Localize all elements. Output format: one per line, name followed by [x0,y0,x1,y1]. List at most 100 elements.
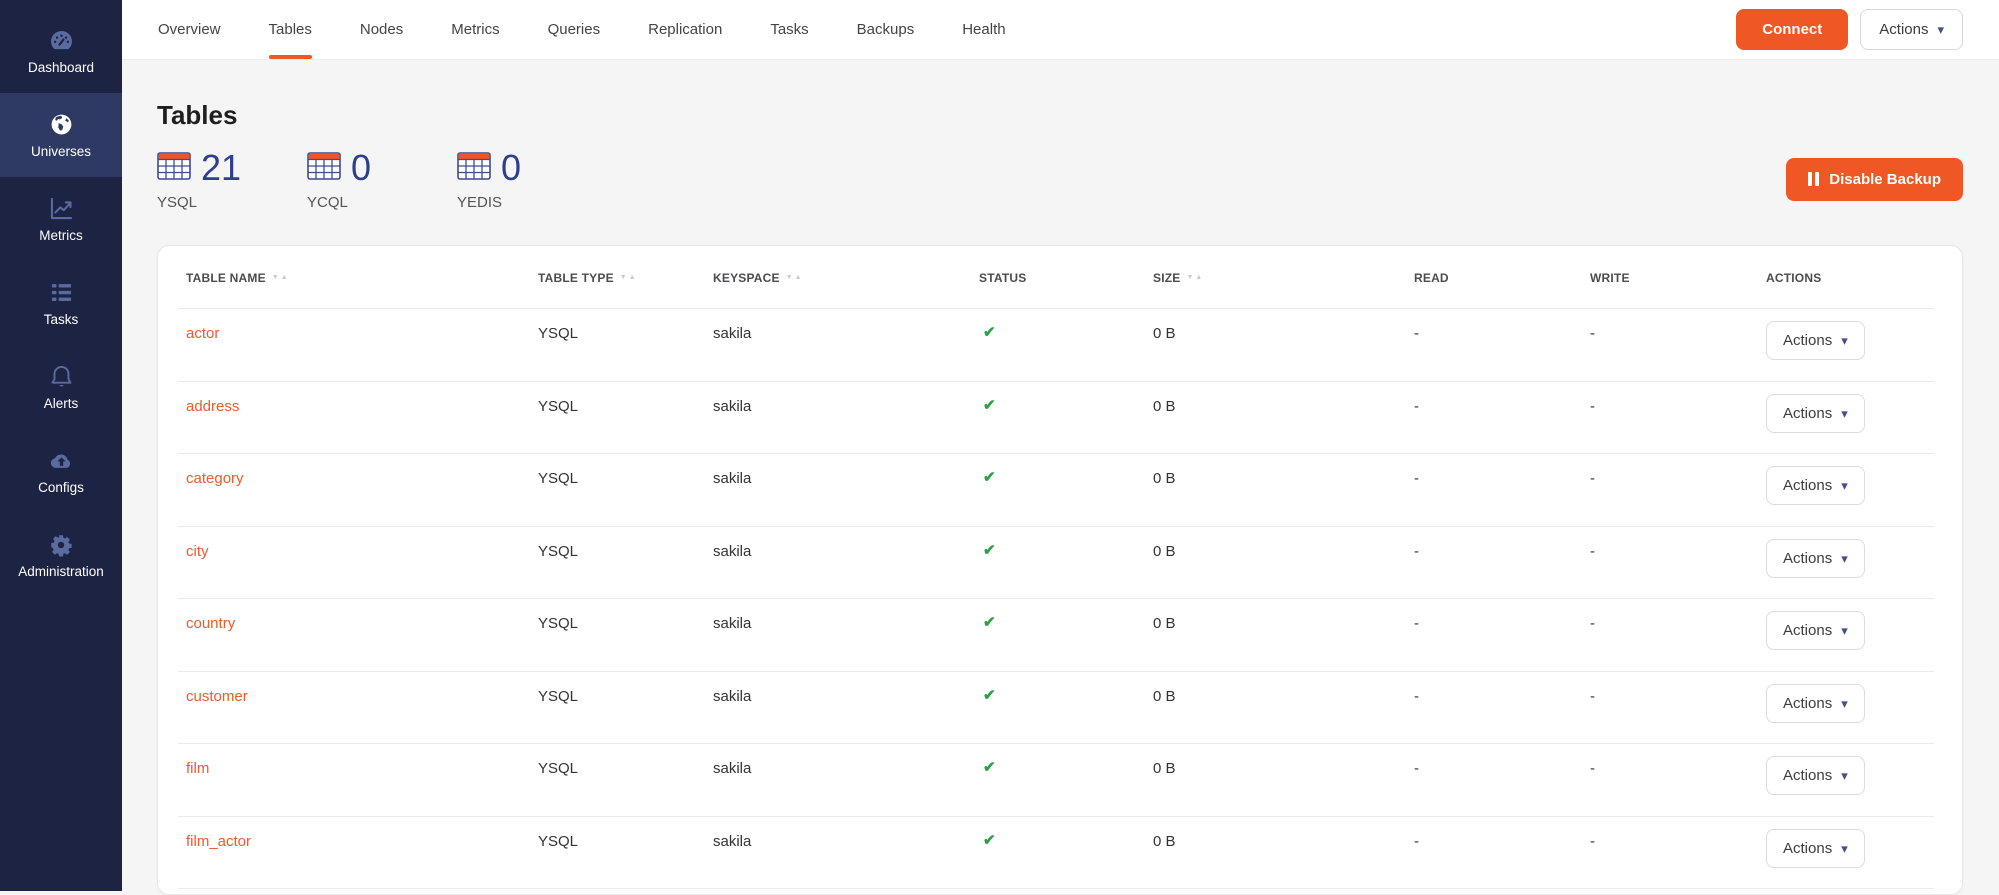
caret-down-icon: ▾ [1841,479,1848,492]
table-type-cell: YSQL [538,382,713,455]
table-name-link[interactable]: country [186,615,235,632]
table-row: country YSQL sakila ✔ 0 B - - [158,599,1962,672]
universe-actions-dropdown[interactable]: Actions ▾ [1860,9,1963,50]
tab-overview[interactable]: Overview [158,0,221,59]
table-row: category YSQL sakila ✔ 0 B - - [158,454,1962,527]
tab-nodes[interactable]: Nodes [360,0,403,59]
size-cell: 0 B [1153,454,1414,527]
actions-cell: Actions ▾ [1766,382,1962,455]
stat-label: YEDIS [457,194,607,211]
table-row: customer YSQL sakila ✔ 0 B - - [158,672,1962,745]
table-name-link[interactable]: city [186,543,209,560]
sidebar-item-alerts[interactable]: Alerts [0,345,122,429]
caret-down-icon: ▾ [1841,334,1848,347]
status-ok-icon: ✔ [983,397,996,414]
write-cell: - [1590,309,1766,382]
status-cell: ✔ [979,744,1153,817]
table-name-link[interactable]: film [186,760,209,777]
status-ok-icon: ✔ [983,759,996,776]
tab-tasks[interactable]: Tasks [770,0,808,59]
disable-backup-button[interactable]: Disable Backup [1786,158,1963,201]
table-name-cell: category [186,454,538,527]
sidebar-item-label: Dashboard [28,60,94,75]
sort-icon: ▼▲ [1186,274,1204,281]
sidebar-item-configs[interactable]: Configs [0,429,122,513]
keyspace-cell: sakila [713,527,979,600]
column-header-table-name[interactable]: TABLE NAME ▼▲ [186,271,538,285]
table-grid-icon [457,152,491,185]
tab-tables[interactable]: Tables [269,0,312,59]
table-name-cell: country [186,599,538,672]
table-name-link[interactable]: address [186,398,239,415]
write-cell: - [1590,817,1766,890]
actions-label: Actions [1879,21,1928,38]
sidebar-item-administration[interactable]: Administration [0,513,122,597]
keyspace-cell: sakila [713,454,979,527]
row-actions-dropdown[interactable]: Actions ▾ [1766,466,1865,505]
connect-button[interactable]: Connect [1736,9,1848,50]
table-name-cell: actor [186,309,538,382]
stat-count: 0 [351,147,371,189]
column-header-table-type[interactable]: TABLE TYPE ▼▲ [538,271,713,285]
table-type-cell: YSQL [538,599,713,672]
status-cell: ✔ [979,382,1153,455]
sidebar: Dashboard Universes [0,0,122,891]
sidebar-item-label: Configs [38,480,84,495]
table-name-link[interactable]: film_actor [186,833,251,850]
table-row: city YSQL sakila ✔ 0 B - - [158,527,1962,600]
row-actions-dropdown[interactable]: Actions ▾ [1766,539,1865,578]
table-name-link[interactable]: customer [186,688,248,705]
chart-icon [48,195,75,222]
stat-label: YCQL [307,194,457,211]
read-cell: - [1414,672,1590,745]
actions-cell: Actions ▾ [1766,599,1962,672]
table-type-cell: YSQL [538,672,713,745]
status-ok-icon: ✔ [983,324,996,341]
row-actions-dropdown[interactable]: Actions ▾ [1766,829,1865,868]
row-actions-dropdown[interactable]: Actions ▾ [1766,611,1865,650]
sidebar-item-label: Universes [31,144,91,159]
table-name-cell: film [186,744,538,817]
table-name-link[interactable]: category [186,470,244,487]
read-cell: - [1414,527,1590,600]
sidebar-item-dashboard[interactable]: Dashboard [0,9,122,93]
column-header-keyspace[interactable]: KEYSPACE ▼▲ [713,271,979,285]
row-actions-dropdown[interactable]: Actions ▾ [1766,756,1865,795]
size-cell: 0 B [1153,744,1414,817]
actions-cell: Actions ▾ [1766,527,1962,600]
sidebar-item-metrics[interactable]: Metrics [0,177,122,261]
app-window: Dashboard Universes [0,0,1999,891]
column-header-read: READ [1414,271,1590,285]
sidebar-item-universes[interactable]: Universes [0,93,122,177]
tables-list-card: TABLE NAME ▼▲ TABLE TYPE ▼▲ KEYSPACE ▼▲ … [157,245,1963,895]
status-ok-icon: ✔ [983,542,996,559]
row-actions-dropdown[interactable]: Actions ▾ [1766,321,1865,360]
stat-count: 21 [201,147,241,189]
tab-health[interactable]: Health [962,0,1005,59]
row-actions-dropdown[interactable]: Actions ▾ [1766,684,1865,723]
tab-metrics[interactable]: Metrics [451,0,499,59]
tab-backups[interactable]: Backups [857,0,915,59]
sidebar-item-tasks[interactable]: Tasks [0,261,122,345]
tab-replication[interactable]: Replication [648,0,722,59]
read-cell: - [1414,454,1590,527]
status-ok-icon: ✔ [983,614,996,631]
keyspace-cell: sakila [713,382,979,455]
table-name-link[interactable]: actor [186,325,219,342]
column-header-size[interactable]: SIZE ▼▲ [1153,271,1414,285]
size-cell: 0 B [1153,672,1414,745]
row-actions-dropdown[interactable]: Actions ▾ [1766,394,1865,433]
status-cell: ✔ [979,672,1153,745]
status-cell: ✔ [979,454,1153,527]
stat-label: YSQL [157,194,307,211]
table-type-cell: YSQL [538,454,713,527]
table-name-cell: city [186,527,538,600]
column-header-status: STATUS [979,271,1153,285]
size-cell: 0 B [1153,527,1414,600]
status-cell: ✔ [979,527,1153,600]
disable-backup-label: Disable Backup [1829,171,1941,188]
column-header-write: WRITE [1590,271,1766,285]
status-cell: ✔ [979,599,1153,672]
pause-icon [1808,172,1819,186]
tab-queries[interactable]: Queries [548,0,601,59]
